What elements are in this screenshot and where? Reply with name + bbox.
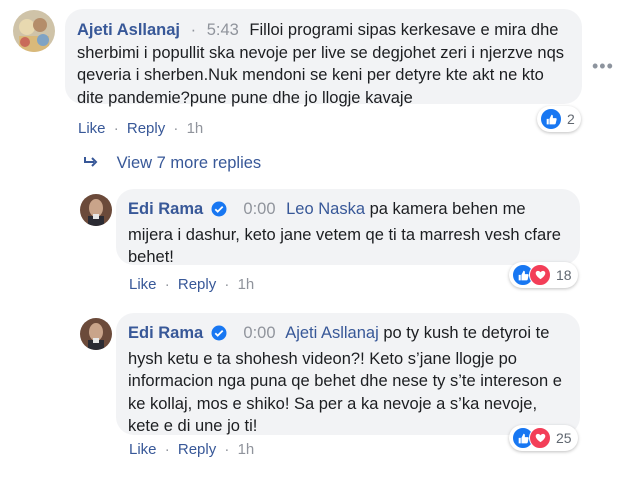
action-separator: · [113, 120, 119, 137]
reply-timestamp[interactable]: 0:00 [243, 324, 275, 342]
reply-timestamp[interactable]: 0:00 [243, 200, 275, 218]
comment-reaction-count: 2 [567, 111, 575, 127]
love-icon [529, 427, 551, 449]
like-icon [540, 108, 562, 130]
reply-reaction-count: 18 [556, 267, 572, 283]
reply-arrow-icon [84, 154, 98, 173]
reply-author[interactable]: Edi Rama [128, 324, 203, 342]
comment-timestamp[interactable]: 5:43 [207, 21, 239, 39]
reply-avatar[interactable] [80, 318, 112, 350]
comment-age[interactable]: 1h [187, 120, 204, 137]
comment-actions: Like · Reply · 1h [78, 120, 203, 137]
reply-reaction-count: 25 [556, 430, 572, 446]
reply-mention[interactable]: Leo Naska [286, 200, 365, 218]
reply-link[interactable]: Reply [127, 120, 165, 137]
view-more-replies[interactable]: View 7 more replies [84, 154, 261, 173]
view-more-label[interactable]: View 7 more replies [117, 154, 262, 172]
reply-reactions[interactable]: 25 [509, 425, 578, 451]
reply-mention[interactable]: Ajeti Asllanaj [285, 324, 379, 342]
reply-link[interactable]: Reply [178, 276, 216, 293]
commenter-avatar[interactable] [13, 10, 55, 52]
reply-author[interactable]: Edi Rama [128, 200, 203, 218]
like-link[interactable]: Like [78, 120, 106, 137]
like-link[interactable]: Like [129, 441, 157, 458]
comment-bubble: Ajeti Asllanaj · 5:43 Filloi programi si… [65, 9, 582, 107]
action-separator: · [164, 276, 170, 293]
reply-bubble: Edi Rama 0:00 Ajeti Asllanaj po ty kush … [116, 313, 580, 435]
action-separator: · [224, 441, 230, 458]
love-icon [529, 264, 551, 286]
reply-avatar[interactable] [80, 194, 112, 226]
ellipsis-icon: ••• [592, 56, 614, 76]
action-separator: · [224, 276, 230, 293]
comment-separator: · [190, 21, 197, 39]
comment-reactions[interactable]: 2 [537, 106, 581, 132]
verified-badge-icon [211, 325, 227, 348]
comment-author[interactable]: Ajeti Asllanaj [77, 21, 180, 39]
action-separator: · [164, 441, 170, 458]
action-separator: · [173, 120, 179, 137]
reply-age[interactable]: 1h [238, 441, 255, 458]
reply-age[interactable]: 1h [238, 276, 255, 293]
reply-link[interactable]: Reply [178, 441, 216, 458]
like-link[interactable]: Like [129, 276, 157, 293]
verified-badge-icon [211, 201, 227, 224]
reply-actions: Like · Reply · 1h [129, 441, 254, 458]
reply-bubble: Edi Rama 0:00 Leo Naska pa kamera behen … [116, 189, 580, 266]
reply-reactions[interactable]: 18 [509, 262, 578, 288]
reply-actions: Like · Reply · 1h [129, 276, 254, 293]
comment-options-button[interactable]: ••• [592, 56, 614, 77]
